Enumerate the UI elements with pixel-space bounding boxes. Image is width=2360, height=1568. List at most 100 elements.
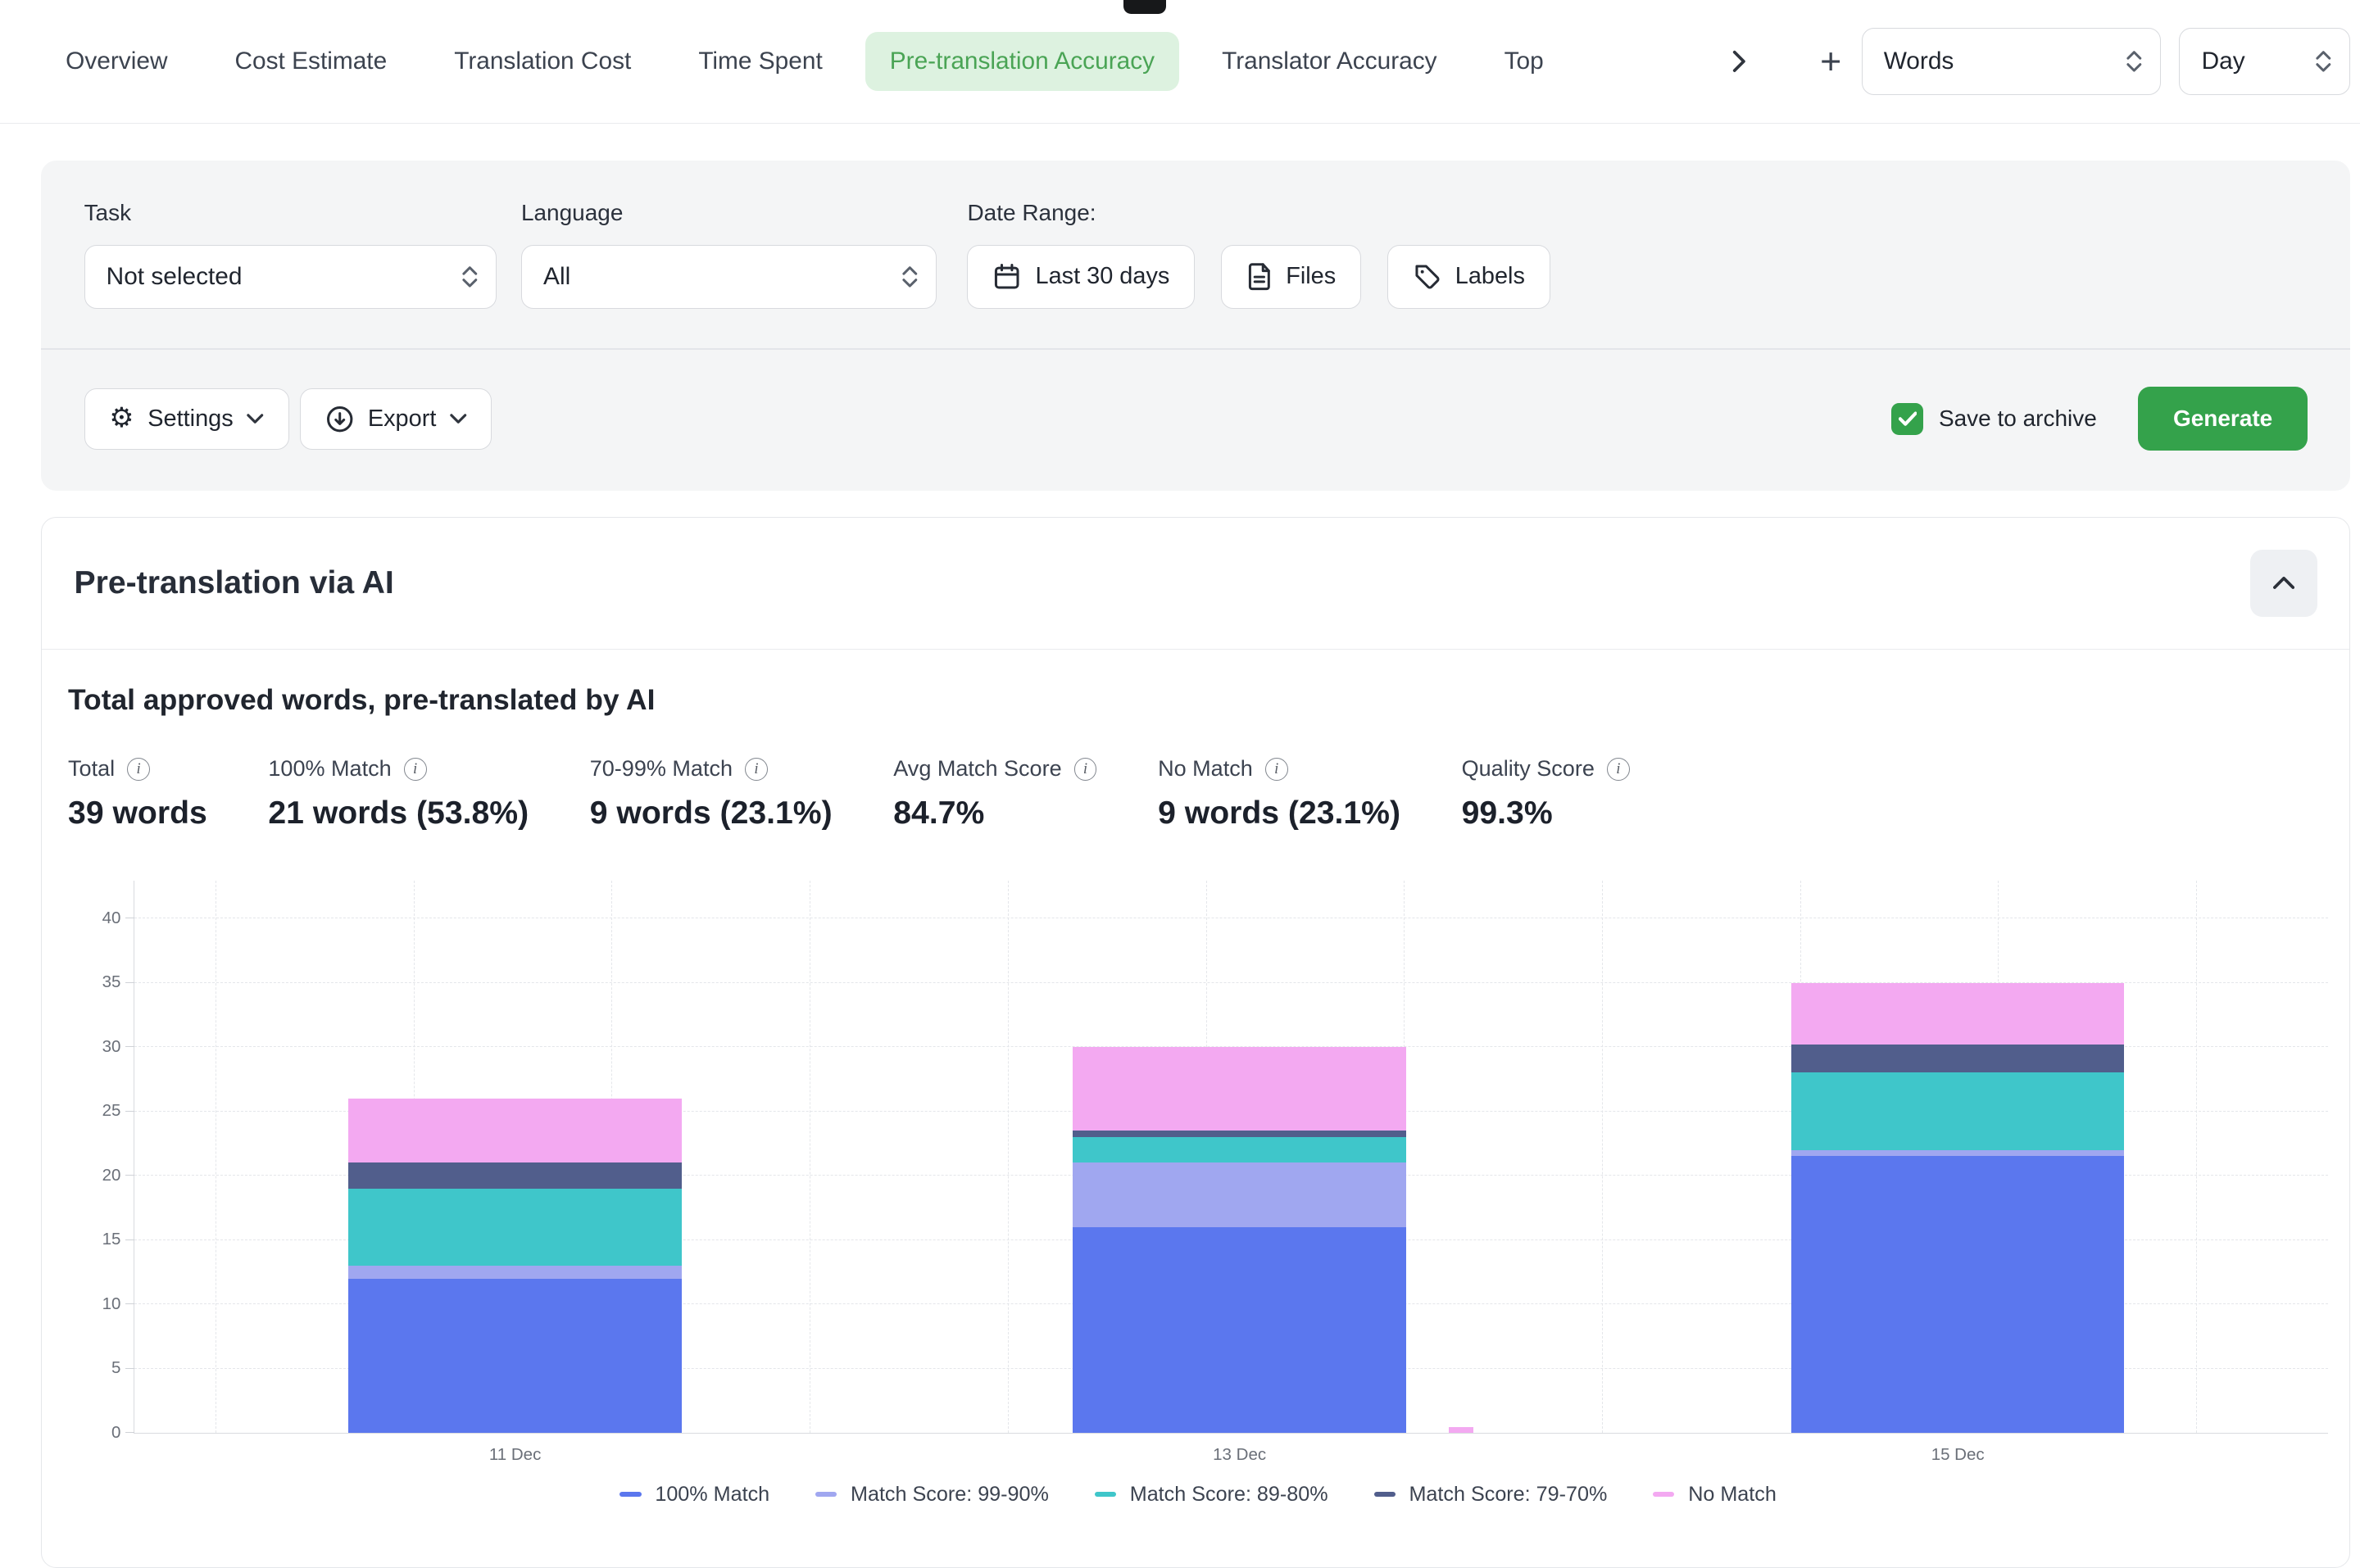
language-select-value: All — [543, 263, 570, 291]
stat-label: 70-99% Match — [590, 756, 733, 782]
report-card-body: Total approved words, pre-translated by … — [42, 650, 2349, 1567]
y-axis-tickmark — [125, 1303, 134, 1304]
legend-item-100-match[interactable]: 100% Match — [620, 1483, 769, 1507]
legend-label: Match Score: 79-70% — [1409, 1483, 1607, 1507]
tab-time-spent[interactable]: Time Spent — [674, 32, 846, 90]
x-axis-label: 13 Dec — [1213, 1445, 1266, 1465]
stat-value: 9 words (23.1%) — [590, 795, 833, 832]
stat-label: Quality Score — [1462, 756, 1595, 782]
bar-segment-100-match — [1791, 1156, 2125, 1433]
tab-overview[interactable]: Overview — [41, 32, 192, 90]
v-gridline — [1008, 881, 1009, 1433]
language-label: Language — [521, 200, 937, 226]
tab-translator-accuracy[interactable]: Translator Accuracy — [1197, 32, 1461, 90]
bar-segment-match-score-89-80 — [1791, 1072, 2125, 1149]
select-caret-icon — [2126, 49, 2142, 74]
bar-segment-no-match — [348, 1099, 682, 1163]
bar-segment-match-score-99-90 — [1791, 1150, 2125, 1157]
tab-cost-estimate[interactable]: Cost Estimate — [211, 32, 411, 90]
info-icon[interactable]: i — [404, 758, 427, 781]
stat-value: 9 words (23.1%) — [1158, 795, 1400, 832]
y-axis-tick: 0 — [75, 1424, 121, 1442]
language-field: Language All — [521, 200, 937, 309]
labels-button-label: Labels — [1455, 263, 1525, 290]
chart-section-title: Total approved words, pre-translated by … — [68, 683, 2328, 717]
y-axis-tick: 20 — [75, 1167, 121, 1185]
bar-11-dec — [348, 1099, 682, 1433]
stat-70-99-match: 70-99% Match i 9 words (23.1%) — [590, 756, 833, 832]
stat-label-row: No Match i — [1158, 756, 1400, 782]
x-axis-label: 15 Dec — [1931, 1445, 1985, 1465]
legend-item-match-score-79-70[interactable]: Match Score: 79-70% — [1374, 1483, 1608, 1507]
select-caret-icon — [2316, 49, 2331, 74]
settings-button[interactable]: ⚙ Settings — [84, 388, 289, 450]
legend-item-no-match[interactable]: No Match — [1653, 1483, 1777, 1507]
tabs-scroll-right-button[interactable] — [1712, 34, 1767, 88]
bar-segment-100-match — [348, 1279, 682, 1433]
info-icon[interactable]: i — [1607, 758, 1630, 781]
tab-pre-translation-accuracy[interactable]: Pre-translation Accuracy — [865, 32, 1179, 90]
report-card-header: Pre-translation via AI — [42, 518, 2349, 650]
stat-value: 84.7% — [893, 795, 1096, 832]
stacked-bar-chart: 051015202530354011 Dec13 Dec15 Dec 100% … — [68, 881, 2328, 1507]
files-button[interactable]: Files — [1221, 245, 1361, 309]
info-icon[interactable]: i — [1265, 758, 1288, 781]
info-icon[interactable]: i — [127, 758, 150, 781]
stat-label-row: Quality Score i — [1462, 756, 1630, 782]
stat-value: 39 words — [68, 795, 207, 832]
stat-label: No Match — [1158, 756, 1253, 782]
labels-button[interactable]: Labels — [1387, 245, 1550, 309]
tab-top[interactable]: Top — [1480, 32, 1568, 90]
chart-legend: 100% Match Match Score: 99-90% Match Score… — [68, 1483, 2328, 1507]
language-select[interactable]: All — [521, 245, 937, 309]
date-range-field: Date Range: Last 30 days Files Labels — [967, 200, 1550, 309]
date-range-button[interactable]: Last 30 days — [967, 245, 1195, 309]
add-report-tab-button[interactable]: + — [1804, 34, 1858, 88]
task-select[interactable]: Not selected — [84, 245, 497, 309]
y-axis-tick: 10 — [75, 1295, 121, 1313]
stat-value: 21 words (53.8%) — [268, 795, 529, 832]
task-field: Task Not selected — [84, 200, 497, 309]
archive-generate-group: Save to archive Generate — [1891, 387, 2308, 451]
stat-label: Total — [68, 756, 115, 782]
select-caret-icon — [462, 265, 478, 289]
report-card-title: Pre-translation via AI — [75, 565, 394, 601]
y-axis-tickmark — [125, 1175, 134, 1176]
info-icon[interactable]: i — [1074, 758, 1097, 781]
legend-item-match-score-99-90[interactable]: Match Score: 99-90% — [815, 1483, 1049, 1507]
gear-icon: ⚙ — [109, 405, 134, 433]
bar-segment-no-match — [1073, 1047, 1406, 1131]
bar-segment-match-score-89-80 — [348, 1189, 682, 1266]
report-tabs: Overview Cost Estimate Translation Cost Tim… — [41, 32, 1700, 90]
stat-label: Avg Match Score — [893, 756, 1061, 782]
y-axis-tickmark — [125, 1046, 134, 1047]
plus-icon: + — [1820, 41, 1841, 83]
files-button-label: Files — [1286, 263, 1336, 290]
unit-select[interactable]: Words — [1862, 28, 2162, 95]
y-axis-tick: 40 — [75, 909, 121, 927]
info-icon[interactable]: i — [745, 758, 768, 781]
generate-button[interactable]: Generate — [2138, 387, 2308, 451]
bar-segment-100-match — [1073, 1227, 1406, 1433]
stat-label-row: 70-99% Match i — [590, 756, 833, 782]
tab-translation-cost[interactable]: Translation Cost — [429, 32, 656, 90]
report-tabs-bar: Overview Cost Estimate Translation Cost Tim… — [0, 0, 2360, 124]
date-range-buttons: Last 30 days Files Labels — [967, 245, 1550, 309]
period-select[interactable]: Day — [2179, 28, 2350, 95]
legend-marker — [1095, 1492, 1116, 1497]
stat-total: Totali 39 words — [68, 756, 207, 832]
collapse-card-button[interactable] — [2250, 550, 2317, 617]
legend-item-match-score-89-80[interactable]: Match Score: 89-80% — [1095, 1483, 1328, 1507]
save-to-archive-checkbox[interactable] — [1891, 403, 1923, 435]
export-button[interactable]: Export — [300, 388, 492, 450]
tiny-bar-sliver — [1449, 1427, 1473, 1433]
tabs-scroll-area: Overview Cost Estimate Translation Cost Tim… — [41, 32, 1700, 90]
bar-15-dec — [1791, 983, 2125, 1434]
calendar-icon — [992, 262, 1021, 291]
y-axis-tick: 35 — [75, 973, 121, 991]
y-axis-tick: 30 — [75, 1038, 121, 1056]
select-caret-icon — [902, 265, 918, 289]
top-notch — [1123, 0, 1166, 14]
save-to-archive-label: Save to archive — [1939, 406, 2097, 432]
export-button-label: Export — [368, 406, 437, 433]
